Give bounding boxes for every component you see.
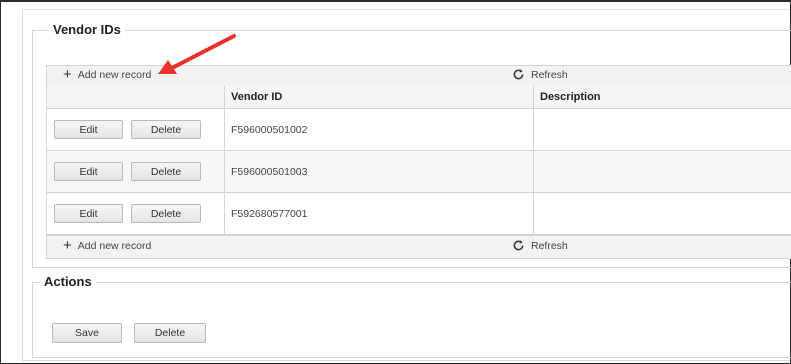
actions-section: Actions [32,274,791,358]
edit-button[interactable]: Edit [54,120,123,139]
table-row: Edit Delete F596000501002 [47,109,791,151]
delete-button[interactable]: Delete [131,204,201,223]
section-border-bottom [32,357,791,358]
grid-header: Vendor ID Description [47,86,791,109]
annotation-arrow [158,34,236,74]
vendor-id-cell: F592680577001 [231,208,308,220]
add-new-record-button[interactable]: + Add new record [63,66,152,83]
add-new-record-button[interactable]: + Add new record [63,237,152,254]
column-header-vendor-id[interactable]: Vendor ID [231,86,282,108]
delete-button[interactable]: Delete [131,120,201,139]
add-new-record-label: Add new record [77,69,152,81]
refresh-button[interactable]: Refresh [512,68,568,81]
vendor-ids-grid: + Add new record Refresh Vendor ID Descr… [46,65,791,259]
column-header-description[interactable]: Description [540,86,601,108]
section-border-bottom [32,267,791,268]
refresh-label: Refresh [531,68,568,81]
edit-button[interactable]: Edit [54,162,123,181]
refresh-label: Refresh [531,239,568,252]
refresh-icon [513,240,524,251]
plus-icon: + [63,66,72,83]
save-button[interactable]: Save [52,323,122,343]
section-title: Actions [40,274,96,289]
refresh-icon [513,69,524,80]
section-border-top [32,30,791,31]
table-row: Edit Delete F596000501003 [47,151,791,193]
add-new-record-label: Add new record [77,240,152,252]
column-divider [224,86,225,236]
column-divider [533,86,534,236]
grid-toolbar-bottom: + Add new record Refresh [47,235,791,258]
edit-button[interactable]: Edit [54,204,123,223]
section-border-left [32,282,33,358]
section-border-top [32,282,791,283]
vendor-id-cell: F596000501003 [231,166,308,178]
section-title: Vendor IDs [49,22,125,37]
table-row: Edit Delete F592680577001 [47,193,791,235]
refresh-button[interactable]: Refresh [512,239,568,252]
delete-action-button[interactable]: Delete [134,323,206,343]
section-border-left [32,30,33,268]
plus-icon: + [63,237,72,254]
delete-button[interactable]: Delete [131,162,201,181]
vendor-id-cell: F596000501002 [231,124,308,136]
